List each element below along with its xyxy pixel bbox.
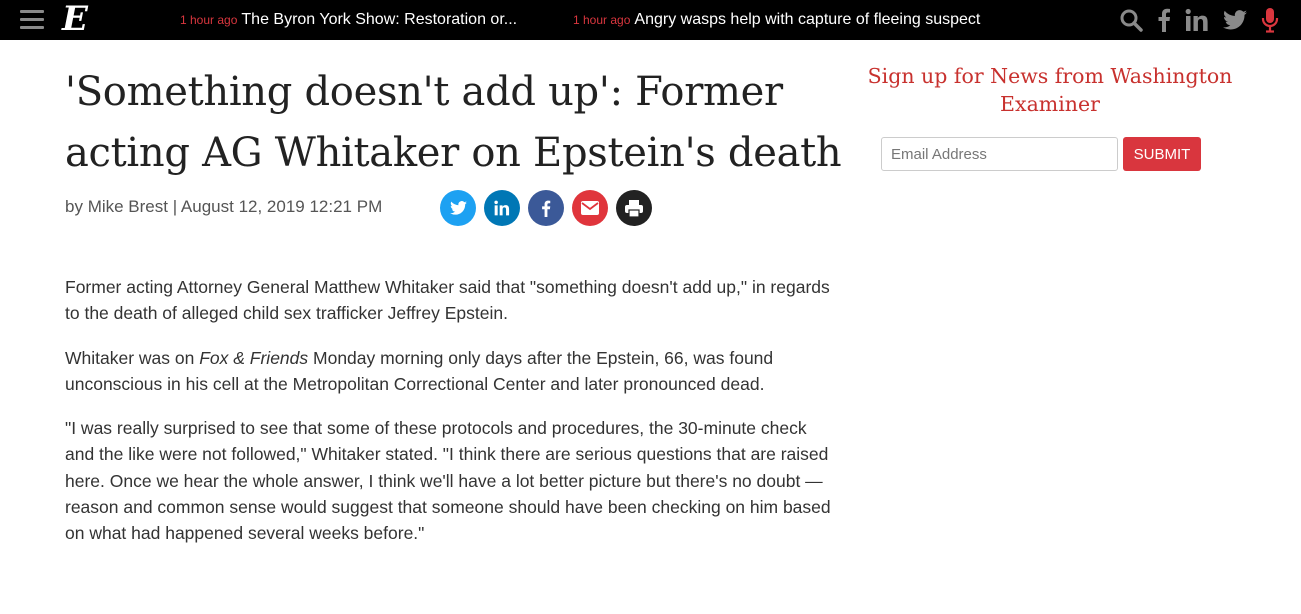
menu-icon[interactable] <box>20 10 44 30</box>
share-buttons <box>440 190 652 226</box>
show-name: Fox & Friends <box>199 347 309 368</box>
top-navigation-bar: E 1 hour ago The Byron York Show: Restor… <box>0 0 1301 40</box>
article-paragraph: Whitaker was on Fox & Friends Monday mor… <box>65 345 840 398</box>
article-headline: 'Something doesn't add up': Former actin… <box>65 69 842 176</box>
email-field[interactable] <box>881 137 1118 171</box>
site-logo[interactable]: E <box>62 2 88 36</box>
byline-prefix: by <box>65 197 88 216</box>
ticker-item[interactable]: 1 hour ago The Byron York Show: Restorat… <box>180 0 517 40</box>
newsletter-signup-title: Sign up for News from Washington Examine… <box>867 64 1233 116</box>
linkedin-icon <box>494 200 510 216</box>
author-link[interactable]: Mike Brest <box>88 197 168 216</box>
share-twitter-button[interactable] <box>440 190 476 226</box>
search-icon[interactable] <box>1119 8 1143 32</box>
ticker-time: 1 hour ago <box>180 13 238 27</box>
submit-button[interactable]: SUBMIT <box>1123 137 1201 171</box>
ticker-item[interactable]: 1 hour ago Angry wasps help with capture… <box>573 0 980 40</box>
article-paragraph: Former acting Attorney General Matthew W… <box>65 277 830 324</box>
byline-separator: | <box>167 197 181 216</box>
twitter-icon <box>449 201 467 215</box>
microphone-icon[interactable] <box>1261 8 1279 33</box>
printer-icon <box>625 199 643 217</box>
facebook-icon[interactable] <box>1157 8 1171 32</box>
byline: by Mike Brest | August 12, 2019 12:21 PM <box>65 197 382 217</box>
ticker-headline[interactable]: The Byron York Show: Restoration or... <box>241 11 517 29</box>
article-paragraph: "I was really surprised to see that some… <box>65 418 831 544</box>
print-button[interactable] <box>616 190 652 226</box>
publish-date: August 12, 2019 12:21 PM <box>180 197 383 216</box>
share-facebook-button[interactable] <box>528 190 564 226</box>
paragraph-text: Whitaker was on <box>65 347 200 368</box>
share-email-button[interactable] <box>572 190 608 226</box>
top-icons <box>1119 0 1279 40</box>
ticker-headline[interactable]: Angry wasps help with capture of fleeing… <box>634 11 980 29</box>
envelope-icon <box>581 201 599 215</box>
facebook-icon <box>542 200 551 217</box>
article-body: Former acting Attorney General Matthew W… <box>65 274 840 565</box>
ticker-time: 1 hour ago <box>573 13 631 27</box>
linkedin-icon[interactable] <box>1185 8 1209 32</box>
share-linkedin-button[interactable] <box>484 190 520 226</box>
twitter-icon[interactable] <box>1223 8 1247 32</box>
